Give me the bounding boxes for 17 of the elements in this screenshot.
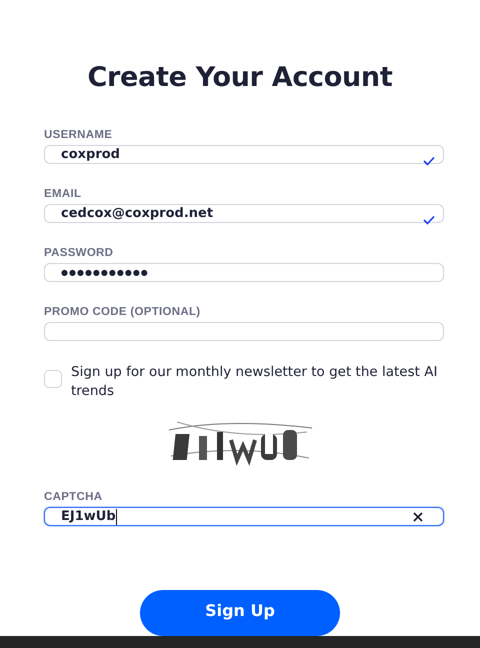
input-field[interactable]: coxprod [44, 145, 444, 164]
field-label: PROMO CODE (OPTIONAL) [44, 305, 200, 320]
input-field[interactable]: ●●●●●●●●●●● [44, 263, 444, 282]
field-label: USERNAME [44, 128, 112, 143]
newsletter-label: Sign up for our monthly newsletter to get the latest AI trends [71, 363, 438, 401]
sign-up-button[interactable]: Sign Up [140, 590, 340, 636]
input-field[interactable]: cedcox@coxprod.net [44, 204, 444, 223]
clear-icon[interactable] [413, 512, 423, 522]
field-label: PASSWORD [44, 246, 114, 261]
input-field[interactable] [44, 322, 444, 341]
checkmark-icon [423, 156, 435, 166]
field-label: CAPTCHA [44, 490, 102, 505]
input-field[interactable]: EJ1wUb [44, 507, 444, 526]
page-title: Create Your Account [88, 62, 392, 93]
field-label: EMAIL [44, 187, 82, 202]
checkmark-icon [423, 215, 435, 225]
checkbox[interactable] [44, 370, 62, 388]
